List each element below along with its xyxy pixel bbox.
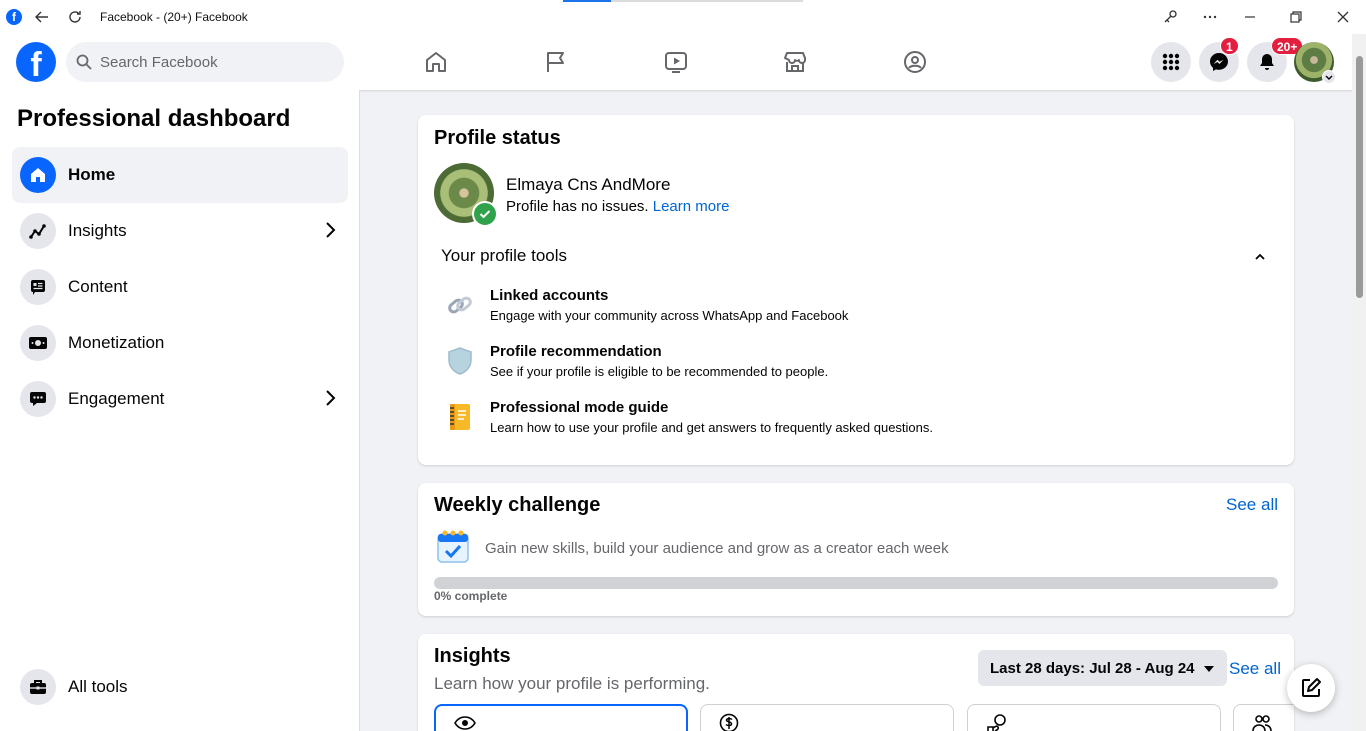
- account-avatar[interactable]: [1294, 42, 1336, 84]
- restore-icon[interactable]: [1285, 6, 1307, 28]
- page-scrollbar[interactable]: [1352, 34, 1366, 731]
- close-window-icon[interactable]: [1332, 6, 1354, 28]
- link-icon: [442, 287, 478, 323]
- profile-tools-heading: Your profile tools: [441, 246, 568, 265]
- page-load-progress: [563, 0, 803, 2]
- facebook-favicon-icon: f: [6, 9, 22, 25]
- profile-status-card: Profile status Elmaya Cns AndMore Profil…: [418, 115, 1294, 465]
- nav-marketplace-icon[interactable]: [781, 48, 809, 76]
- nav-pages-flag-icon[interactable]: [542, 48, 570, 76]
- sidebar-title: Professional dashboard: [17, 105, 291, 132]
- shield-icon: [442, 343, 478, 379]
- toolbox-icon: [20, 669, 56, 705]
- tool-description: Engage with your community across WhatsA…: [490, 308, 849, 323]
- profile-name[interactable]: Elmaya Cns AndMore: [506, 175, 670, 195]
- sidebar-item-content[interactable]: Content: [12, 259, 348, 315]
- window-title: Facebook - (20+) Facebook: [100, 10, 248, 24]
- grid-menu-icon: [1162, 53, 1180, 71]
- sidebar-item-label: Content: [68, 277, 128, 296]
- card-title: Profile status: [434, 127, 561, 149]
- progress-label: 0% complete: [434, 589, 508, 603]
- date-range-dropdown[interactable]: Last 28 days: Jul 28 - Aug 24: [978, 650, 1227, 686]
- see-all-link[interactable]: See all: [1226, 495, 1278, 515]
- refresh-icon[interactable]: [64, 6, 86, 28]
- tool-profile-recommendation[interactable]: Profile recommendation See if your profi…: [442, 343, 828, 379]
- menu-grid-button[interactable]: [1151, 42, 1191, 82]
- top-navigation-bar: f 1 20+: [0, 34, 1366, 90]
- key-icon[interactable]: [1159, 6, 1181, 28]
- see-all-link[interactable]: See all: [1229, 659, 1281, 679]
- challenge-description: Gain new skills, build your audience and…: [485, 540, 949, 557]
- caret-down-icon: [1203, 660, 1215, 677]
- calendar-check-icon: [436, 529, 470, 570]
- insight-tile-earnings[interactable]: [700, 704, 954, 731]
- back-icon[interactable]: [31, 6, 53, 28]
- search-icon: [76, 54, 92, 70]
- insight-tile-engagement[interactable]: [967, 704, 1221, 731]
- messenger-badge: 1: [1220, 37, 1239, 55]
- tool-description: See if your profile is eligible to be re…: [490, 364, 829, 379]
- bell-icon: [1260, 54, 1274, 70]
- tool-linked-accounts[interactable]: Linked accounts Engage with your communi…: [442, 287, 848, 323]
- tool-professional-mode-guide[interactable]: Professional mode guide Learn how to use…: [442, 399, 933, 435]
- insights-card: Insights Learn how your profile is perfo…: [418, 634, 1294, 731]
- sidebar-item-monetization[interactable]: Monetization: [12, 315, 348, 371]
- sidebar-item-label: All tools: [68, 677, 128, 696]
- sidebar-item-all-tools[interactable]: All tools: [12, 659, 348, 715]
- insights-subtitle: Learn how your profile is performing.: [434, 674, 710, 693]
- nav-home-icon[interactable]: [422, 48, 450, 76]
- eye-icon: [454, 716, 476, 731]
- window-titlebar: f Facebook - (20+) Facebook: [0, 0, 1366, 34]
- chevron-right-icon: [324, 389, 336, 412]
- chat-icon: [20, 381, 56, 417]
- profile-status-text: Profile has no issues.: [506, 198, 649, 215]
- chevron-down-icon: [1322, 70, 1336, 84]
- nav-groups-icon[interactable]: [901, 48, 929, 76]
- card-title: Insights: [434, 645, 511, 667]
- sidebar-item-insights[interactable]: Insights: [12, 203, 348, 259]
- dollar-circle-icon: [719, 713, 739, 731]
- scrollbar-thumb[interactable]: [1356, 56, 1363, 298]
- facebook-logo[interactable]: f: [16, 42, 56, 82]
- search-input[interactable]: [100, 53, 320, 71]
- tool-title: Professional mode guide: [490, 399, 669, 416]
- checkmark-icon: [472, 201, 498, 227]
- weekly-challenge-card: Weekly challenge See all Gain new skills…: [418, 483, 1294, 616]
- notifications-button[interactable]: 20+: [1247, 37, 1304, 82]
- sidebar-item-label: Insights: [68, 221, 127, 240]
- sidebar-item-engagement[interactable]: Engagement: [12, 371, 348, 427]
- content-icon: [20, 269, 56, 305]
- search-box[interactable]: [66, 42, 344, 82]
- sidebar-item-label: Home: [68, 165, 116, 184]
- learn-more-link[interactable]: Learn more: [653, 198, 730, 215]
- compose-button[interactable]: [1287, 664, 1335, 712]
- home-icon: [20, 157, 56, 193]
- tool-title: Profile recommendation: [490, 343, 662, 360]
- people-icon: [1252, 713, 1272, 731]
- chevron-up-icon[interactable]: [1254, 249, 1266, 267]
- edit-pencil-icon: [1302, 678, 1321, 697]
- sidebar-item-label: Engagement: [68, 389, 165, 408]
- engagement-icon: [986, 713, 1008, 731]
- minimize-icon[interactable]: [1239, 6, 1261, 28]
- more-options-icon[interactable]: [1199, 6, 1221, 28]
- nav-video-icon[interactable]: [662, 48, 690, 76]
- chevron-right-icon: [324, 221, 336, 244]
- money-icon: [20, 325, 56, 361]
- sidebar-item-home[interactable]: Home: [12, 147, 348, 203]
- challenge-progress-bar: [434, 577, 1278, 589]
- insight-tile-views[interactable]: [434, 704, 688, 731]
- profile-picture[interactable]: [434, 163, 498, 227]
- guidebook-icon: [442, 399, 478, 435]
- insights-icon: [20, 213, 56, 249]
- date-range-label: Last 28 days: Jul 28 - Aug 24: [990, 659, 1195, 677]
- tool-title: Linked accounts: [490, 287, 609, 304]
- sidebar-item-label: Monetization: [68, 333, 165, 352]
- dashboard-sidebar: Professional dashboard Home Insights Con…: [0, 90, 360, 731]
- card-title: Weekly challenge: [434, 494, 601, 516]
- messenger-button[interactable]: 1: [1199, 37, 1239, 82]
- tool-description: Learn how to use your profile and get an…: [490, 420, 933, 435]
- insight-tile-audience[interactable]: [1233, 704, 1294, 731]
